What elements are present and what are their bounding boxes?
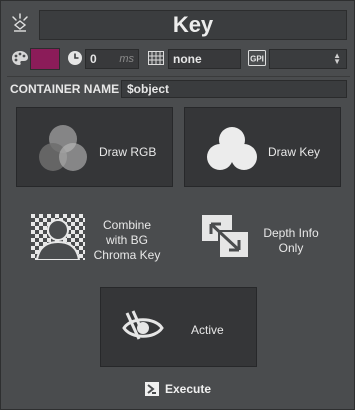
- select-arrows-icon: ▲ ▼: [333, 51, 341, 66]
- gpi-label: GPI: [250, 55, 264, 64]
- execute-label: Execute: [165, 382, 212, 396]
- depth-line-2: Only: [278, 241, 304, 255]
- draw-rgb-label: Draw RGB: [99, 145, 157, 159]
- duration-input[interactable]: 0 ms: [85, 49, 139, 69]
- active-label: Active: [191, 323, 224, 337]
- container-name-label: CONTAINER NAME: [10, 82, 120, 96]
- depth-line-1: Depth Info: [263, 226, 319, 240]
- container-name-input[interactable]: $object: [121, 80, 347, 98]
- gpi-icon: GPI: [248, 50, 266, 71]
- container-name-value: $object: [127, 82, 170, 96]
- duration-value: 0: [90, 52, 97, 66]
- combine-label[interactable]: Combine with BG Chroma Key: [91, 218, 163, 263]
- grid-value: none: [173, 52, 202, 66]
- depth-arrows-icon[interactable]: [201, 214, 251, 265]
- grid-input[interactable]: none: [168, 49, 241, 69]
- clock-icon: [67, 50, 83, 71]
- depth-label[interactable]: Depth Info Only: [256, 226, 326, 256]
- divider: [7, 76, 350, 77]
- page-title[interactable]: Key: [39, 10, 347, 40]
- duration-unit: ms: [119, 53, 134, 65]
- combine-line-3: Chroma Key: [93, 248, 161, 262]
- palette-icon: [11, 50, 31, 72]
- gpi-select[interactable]: ▲ ▼: [269, 49, 347, 69]
- chroma-person-icon[interactable]: [31, 214, 85, 265]
- key-circles-icon: [207, 127, 257, 170]
- sparkle-icon[interactable]: [10, 13, 30, 33]
- execute-icon: [145, 382, 159, 396]
- key-panel: Key 0 ms none GPI ▲ ▼ CONTAINER NAME $ob…: [0, 0, 355, 410]
- combine-line-1: Combine: [102, 218, 152, 232]
- combine-line-2: with BG: [105, 233, 148, 247]
- color-swatch[interactable]: [30, 48, 60, 70]
- rgb-circles-icon: [39, 125, 87, 171]
- page-title-text: Key: [172, 12, 214, 37]
- active-button[interactable]: Active: [100, 287, 257, 367]
- grid-icon: [148, 51, 164, 70]
- eye-hidden-icon: [122, 310, 164, 340]
- draw-rgb-button[interactable]: Draw RGB: [16, 107, 173, 187]
- execute-button[interactable]: Execute: [144, 380, 211, 398]
- draw-key-button[interactable]: Draw Key: [184, 107, 341, 187]
- draw-key-label: Draw Key: [268, 145, 321, 159]
